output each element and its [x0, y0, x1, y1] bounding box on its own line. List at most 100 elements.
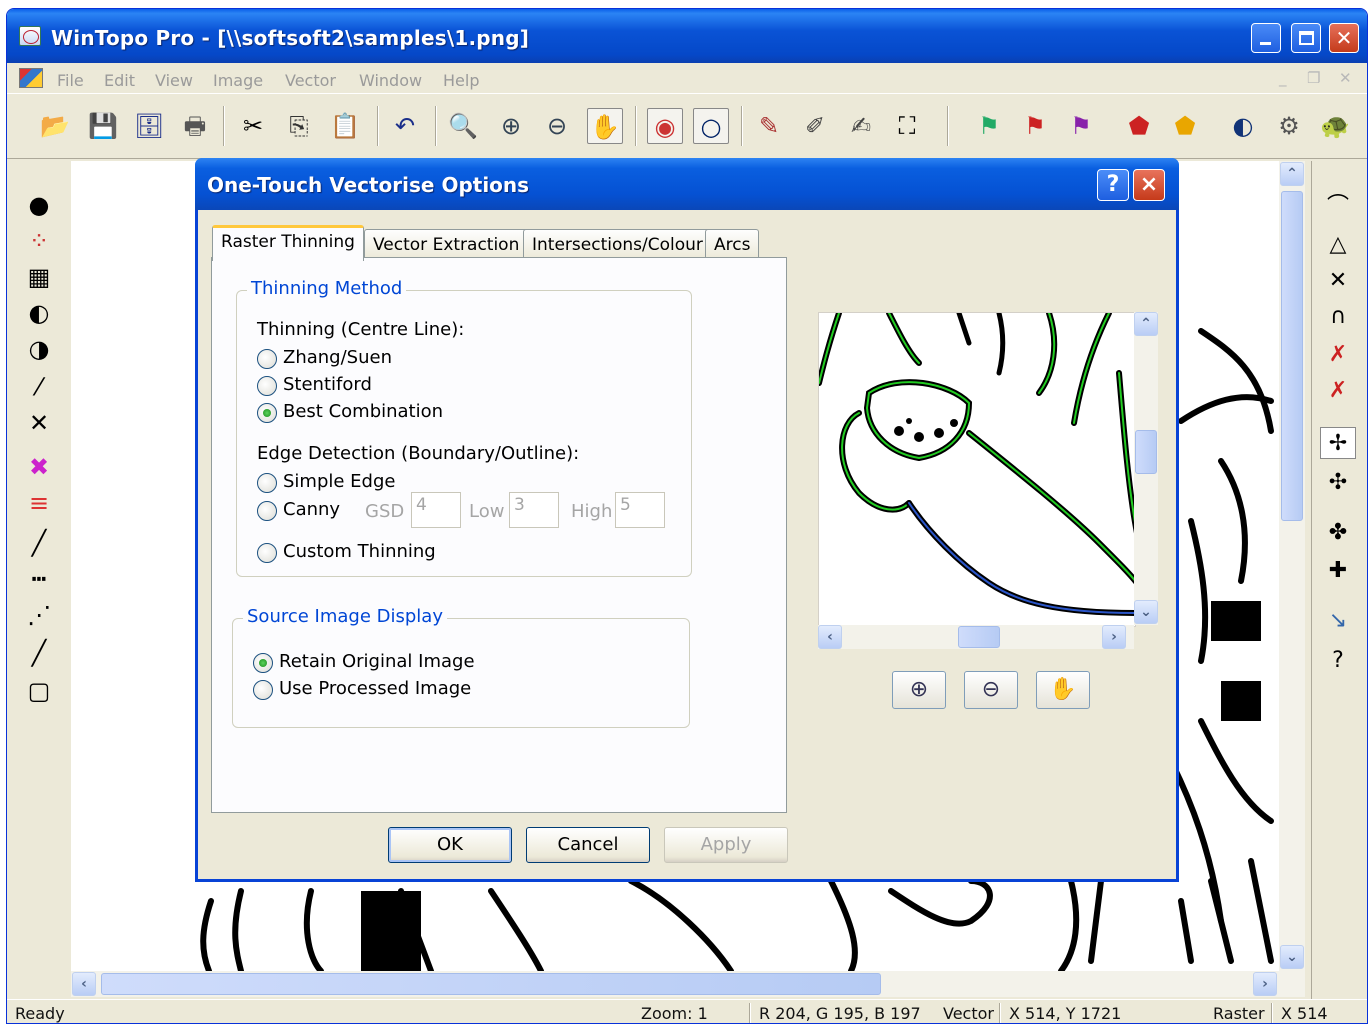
eraser-icon[interactable]: ✐ — [797, 108, 833, 144]
copy-icon[interactable]: ⎘ — [281, 108, 317, 144]
fill-yellow-icon[interactable]: ⬟ — [1167, 108, 1203, 144]
custom-thinning-radio[interactable] — [257, 543, 277, 563]
zoom-in-icon[interactable]: ⊕ — [493, 108, 529, 144]
tab-arcs[interactable]: Arcs — [705, 229, 760, 259]
save-icon[interactable]: 💾 — [85, 108, 121, 144]
retain-original-radio[interactable] — [253, 653, 273, 673]
contrast-icon[interactable]: ◐ — [21, 297, 57, 329]
menu-view[interactable]: View — [155, 71, 193, 90]
use-processed-label[interactable]: Use Processed Image — [279, 678, 471, 699]
retain-original-label[interactable]: Retain Original Image — [279, 651, 475, 672]
preview-pan-button[interactable]: ✋ — [1036, 671, 1090, 709]
preview-zoom-in-button[interactable]: ⊕ — [892, 671, 946, 709]
polyline-icon[interactable]: ⌒ — [1320, 191, 1356, 223]
layer-3-icon[interactable]: ⚑ — [1063, 108, 1099, 144]
preview-scroll-left-icon[interactable]: ‹ — [818, 625, 842, 649]
zhang-suen-label[interactable]: Zhang/Suen — [283, 347, 392, 368]
dotted-line-icon[interactable]: ⋰ — [21, 599, 57, 631]
despeckle-icon[interactable]: ⁘ — [21, 225, 57, 257]
curve-icon[interactable]: ∩ — [1320, 301, 1356, 333]
preview-vertical-thumb[interactable] — [1135, 430, 1157, 474]
scroll-down-icon[interactable]: ⌄ — [1280, 945, 1304, 969]
simple-edge-radio[interactable] — [257, 473, 277, 493]
pencil-icon[interactable]: ✎ — [751, 108, 787, 144]
preview-zoom-out-button[interactable]: ⊖ — [964, 671, 1018, 709]
mdi-close-icon[interactable]: ✕ — [1339, 69, 1352, 87]
line-icon[interactable]: ╱ — [21, 637, 57, 669]
select-icon[interactable]: ✢ — [1320, 427, 1356, 459]
layer-1-icon[interactable]: ⚑ — [971, 108, 1007, 144]
tab-vector-extraction[interactable]: Vector Extraction — [364, 229, 529, 259]
dashed-line-icon[interactable]: ┅ — [21, 563, 57, 595]
high-field[interactable]: 5 — [615, 492, 665, 528]
tab-raster-thinning[interactable]: Raster Thinning — [212, 225, 364, 261]
split-icon[interactable]: ✤ — [1320, 517, 1356, 549]
vertical-scroll-thumb[interactable] — [1281, 191, 1303, 521]
app-icon[interactable] — [19, 26, 41, 46]
best-combination-radio[interactable] — [257, 403, 277, 423]
menu-file[interactable]: File — [57, 71, 84, 90]
canvas-vertical-scrollbar[interactable]: ⌃ ⌄ — [1279, 161, 1305, 971]
zhang-suen-radio[interactable] — [257, 349, 277, 369]
preview-vertical-scrollbar[interactable]: ⌃ ⌄ — [1134, 312, 1158, 625]
preview-scroll-right-icon[interactable]: › — [1102, 625, 1126, 649]
brightness-icon[interactable]: ◑ — [21, 333, 57, 365]
minimize-button[interactable] — [1251, 23, 1281, 53]
stentiford-radio[interactable] — [257, 376, 277, 396]
delete-node-icon[interactable]: ✗ — [1320, 339, 1356, 371]
close-button[interactable]: ✕ — [1329, 23, 1359, 53]
brush-icon[interactable]: ╱ — [21, 527, 57, 559]
join-icon[interactable]: ✕ — [1320, 265, 1356, 297]
help-button[interactable]: ? — [1097, 169, 1129, 201]
simple-edge-label[interactable]: Simple Edge — [283, 471, 395, 492]
menu-help[interactable]: Help — [443, 71, 479, 90]
cancel-button[interactable]: Cancel — [526, 827, 650, 863]
move-icon[interactable]: ✣ — [1320, 467, 1356, 499]
mdi-minimize-icon[interactable]: _ — [1279, 69, 1287, 87]
threshold-icon[interactable]: ▦ — [21, 261, 57, 293]
preview-scroll-up-icon[interactable]: ⌃ — [1134, 312, 1158, 336]
tortoise-icon[interactable]: 🐢 — [1317, 108, 1353, 144]
vectorise-view-icon[interactable]: ◉ — [647, 108, 683, 144]
horizontal-scroll-thumb[interactable] — [101, 973, 881, 995]
tab-intersections-colour[interactable]: Intersections/Colour — [523, 229, 712, 259]
gsd-field[interactable]: 4 — [411, 492, 461, 528]
maximize-button[interactable] — [1291, 23, 1321, 53]
use-processed-radio[interactable] — [253, 680, 273, 700]
one-touch-icon[interactable]: ◐ — [1225, 108, 1261, 144]
magnifier-icon[interactable]: 🔍 — [445, 108, 481, 144]
layer-2-icon[interactable]: ⚑ — [1017, 108, 1053, 144]
menu-window[interactable]: Window — [359, 71, 422, 90]
scroll-left-icon[interactable]: ‹ — [72, 972, 96, 996]
colour-icon[interactable]: ✖ — [21, 451, 57, 483]
add-point-icon[interactable]: ✚ — [1320, 555, 1356, 587]
apply-button[interactable]: Apply — [664, 827, 788, 863]
zoom-out-icon[interactable]: ⊖ — [539, 108, 575, 144]
paste-icon[interactable]: 📋 — [327, 108, 363, 144]
menu-image[interactable]: Image — [213, 71, 263, 90]
rectangle-icon[interactable]: ▢ — [21, 675, 57, 707]
undo-icon[interactable]: ↶ — [387, 108, 423, 144]
edit-icon[interactable]: ✍ — [843, 108, 879, 144]
best-combination-label[interactable]: Best Combination — [283, 401, 443, 422]
menu-vector[interactable]: Vector — [285, 71, 336, 90]
palette-icon[interactable]: ≡ — [21, 487, 57, 519]
preview-image[interactable] — [818, 312, 1136, 627]
low-field[interactable]: 3 — [509, 492, 559, 528]
fill-red-icon[interactable]: ⬟ — [1121, 108, 1157, 144]
preview-scroll-down-icon[interactable]: ⌄ — [1134, 600, 1158, 624]
crop-icon[interactable]: ⛶ — [889, 108, 925, 144]
preview-horizontal-scrollbar[interactable]: ‹ › — [818, 625, 1134, 649]
measure-icon[interactable]: ↘ — [1320, 605, 1356, 637]
settings-icon[interactable]: ⚙ — [1271, 108, 1307, 144]
mdi-restore-icon[interactable]: ❐ — [1307, 69, 1320, 87]
save-all-icon[interactable]: 🗄 — [131, 108, 167, 144]
ok-button[interactable]: OK — [388, 827, 512, 863]
query-icon[interactable]: ? — [1320, 645, 1356, 677]
outline-view-icon[interactable]: ○ — [693, 108, 729, 144]
dialog-close-button[interactable]: × — [1133, 169, 1165, 201]
canvas-horizontal-scrollbar[interactable]: ‹ › — [71, 971, 1305, 997]
custom-thinning-label[interactable]: Custom Thinning — [283, 541, 436, 562]
cut-icon[interactable]: ✂ — [235, 108, 271, 144]
open-icon[interactable]: 📂 — [37, 108, 73, 144]
